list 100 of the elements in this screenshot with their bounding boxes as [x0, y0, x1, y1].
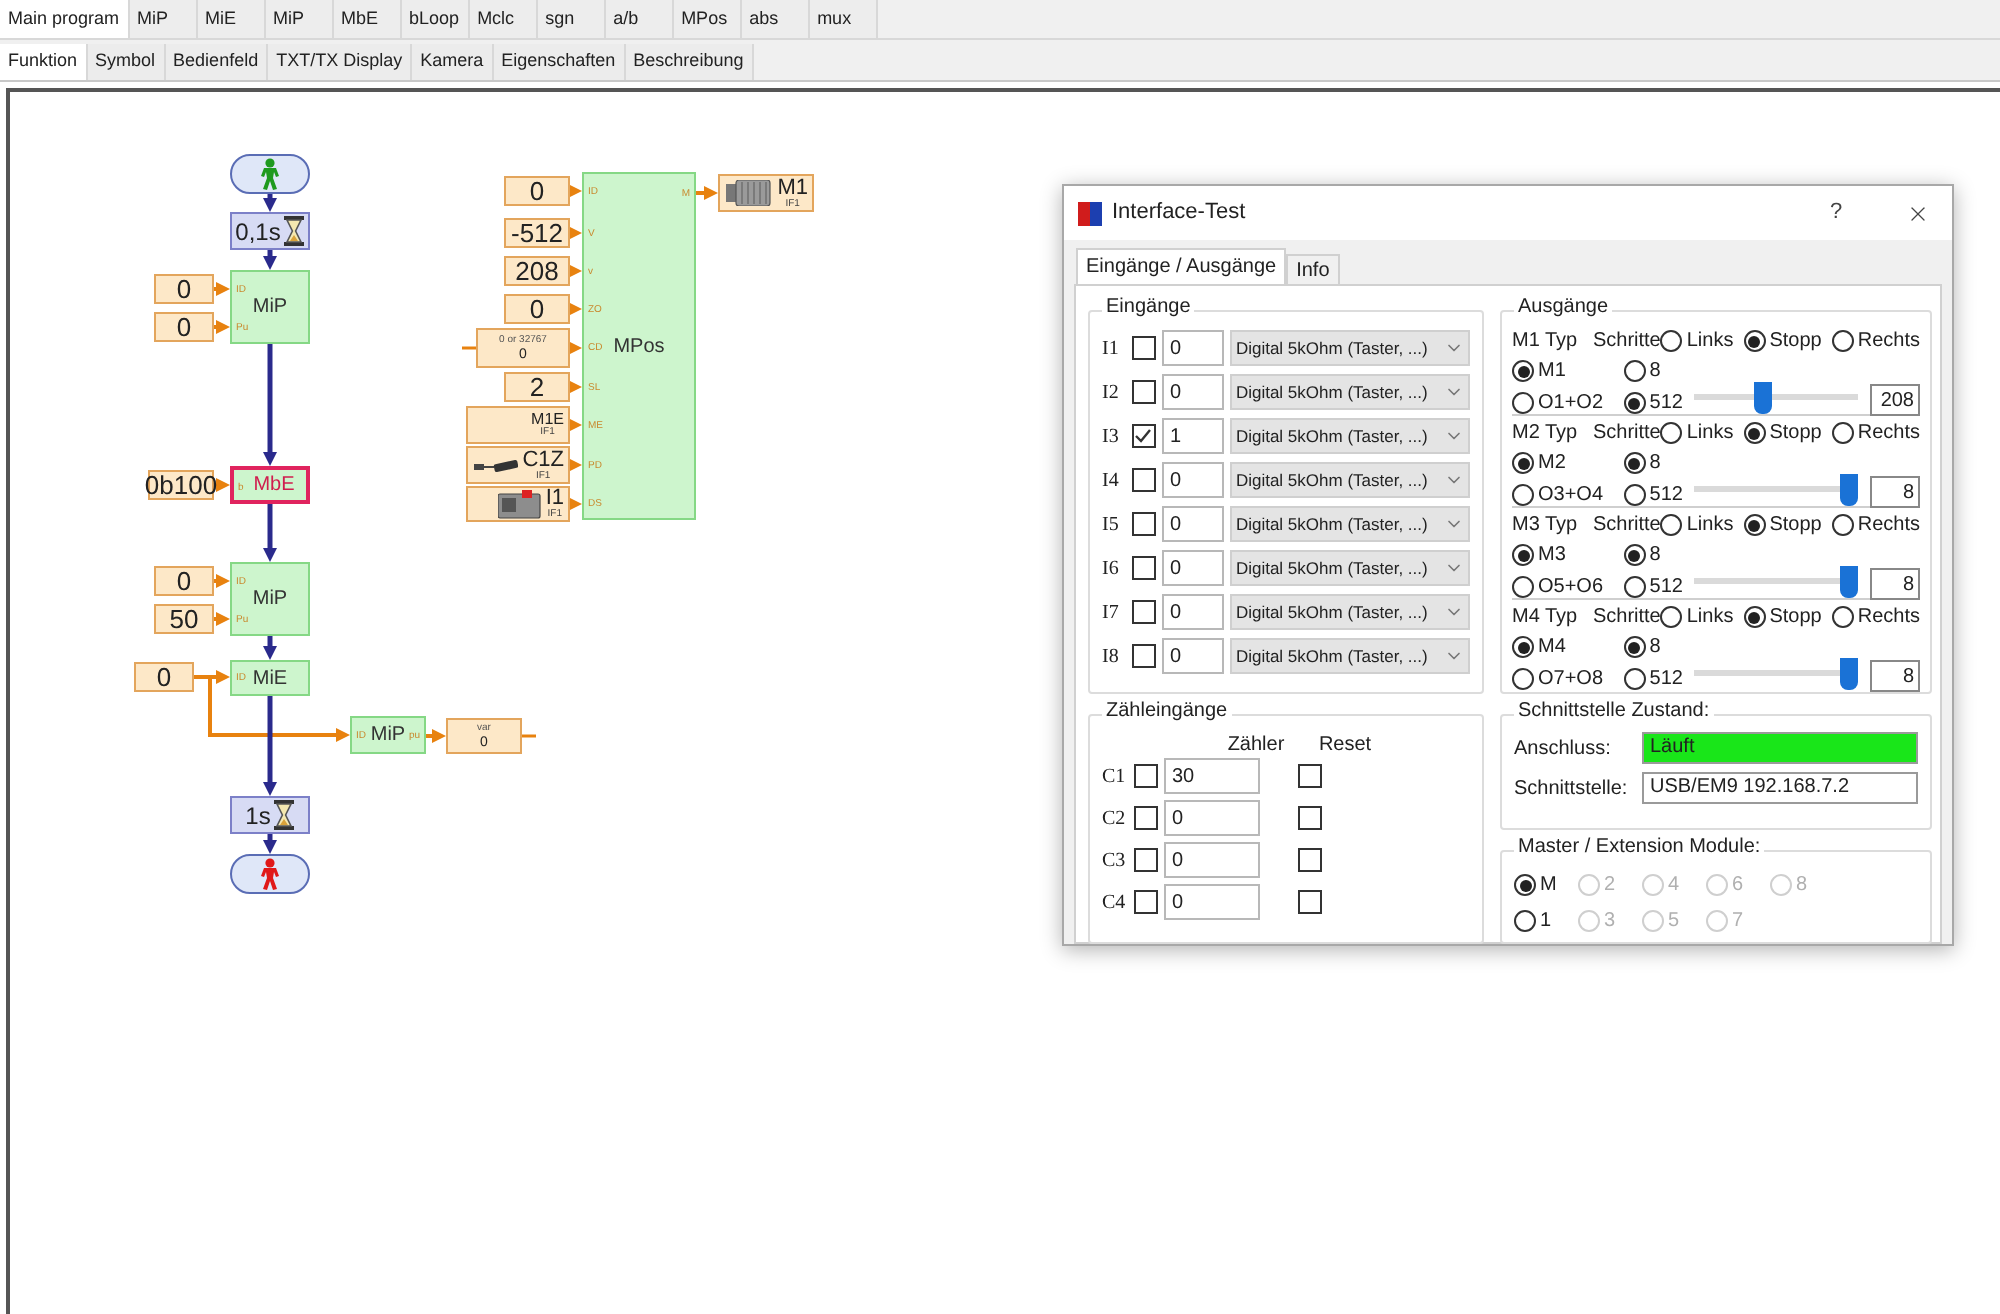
radio-option[interactable]: Rechts: [1831, 326, 1920, 356]
counter-field[interactable]: 30: [1164, 758, 1260, 794]
mode-dropdown[interactable]: Digital 5kOhm (Taster, ...): [1229, 638, 1470, 674]
view-tab[interactable]: Funktion: [0, 44, 88, 80]
view-tab[interactable]: Beschreibung: [625, 44, 754, 80]
radio-option[interactable]: 8: [1623, 356, 1692, 386]
counter-label: C3: [1102, 847, 1128, 875]
input-label: I7: [1102, 599, 1121, 627]
mode-dropdown[interactable]: Digital 5kOhm (Taster, ...): [1229, 418, 1470, 454]
group-title: Master / Extension Module:: [1514, 838, 1765, 858]
radio-option[interactable]: 8: [1623, 448, 1692, 478]
radio-option[interactable]: 512: [1623, 388, 1692, 418]
view-tab[interactable]: Bedienfeld: [165, 44, 269, 80]
counter-field[interactable]: 0: [1164, 884, 1260, 920]
radio-option[interactable]: Links: [1660, 510, 1734, 540]
counter-field[interactable]: 0: [1164, 800, 1260, 836]
dialog-tab[interactable]: Info: [1286, 254, 1340, 284]
value-field[interactable]: 0: [1161, 462, 1224, 498]
view-tab[interactable]: TXT/TX Display: [268, 44, 413, 80]
device-name: I1: [545, 488, 564, 510]
radio-option[interactable]: Stopp: [1743, 510, 1822, 540]
program-tab[interactable]: Main program: [0, 0, 130, 38]
radio-option[interactable]: Links: [1660, 326, 1734, 356]
delay-label: 0,1s: [235, 219, 281, 243]
view-tab[interactable]: Kamera: [412, 44, 494, 80]
radio-option[interactable]: O3+O4: [1512, 480, 1624, 510]
mode-dropdown[interactable]: Digital 5kOhm (Taster, ...): [1229, 594, 1470, 630]
constant-node: 50: [154, 604, 214, 634]
steps-label: Schritte: [1592, 512, 1661, 540]
block-label: MiE: [252, 665, 288, 693]
radio-option[interactable]: 1: [1514, 906, 1578, 936]
speed-field[interactable]: 208: [1870, 384, 1920, 416]
radio-option[interactable]: 512: [1623, 480, 1692, 510]
status-label: Anschluss:: [1514, 735, 1613, 763]
dialog-tab[interactable]: Eingänge / Ausgänge: [1076, 248, 1287, 284]
value-field[interactable]: 1: [1161, 418, 1224, 454]
motor-type-label: M2 Typ: [1512, 420, 1580, 448]
radio-option[interactable]: M4: [1512, 632, 1624, 662]
value-field[interactable]: 0: [1161, 550, 1224, 586]
help-button[interactable]: ?: [1816, 196, 1856, 230]
steps-label: Schritte: [1592, 420, 1661, 448]
mode-dropdown[interactable]: Digital 5kOhm (Taster, ...): [1229, 462, 1470, 498]
device-name: M1: [777, 177, 808, 199]
input-label: I8: [1102, 643, 1121, 671]
value-field[interactable]: 0: [1161, 594, 1224, 630]
speed-field[interactable]: 8: [1870, 568, 1920, 600]
counter-field[interactable]: 0: [1164, 842, 1260, 878]
radio-option[interactable]: Stopp: [1743, 418, 1822, 448]
column-header: Zähler: [1225, 732, 1287, 758]
radio-option[interactable]: Stopp: [1743, 602, 1822, 632]
value-field[interactable]: 0: [1161, 638, 1224, 674]
value-field[interactable]: 0: [1161, 330, 1224, 366]
constant-node: 2: [504, 372, 570, 402]
constant-node: -512: [504, 218, 570, 248]
radio-option[interactable]: 8: [1623, 540, 1692, 570]
window-title: Interface-Test: [1112, 198, 1246, 229]
radio-option[interactable]: Stopp: [1743, 326, 1822, 356]
mode-dropdown[interactable]: Digital 5kOhm (Taster, ...): [1229, 330, 1470, 366]
view-tab[interactable]: Eigenschaften: [493, 44, 626, 80]
radio-option[interactable]: Rechts: [1831, 418, 1920, 448]
input-label: I5: [1102, 511, 1121, 539]
constant-node: 0: [154, 274, 214, 304]
counter-label: C4: [1102, 889, 1128, 917]
group-title: Ausgänge: [1514, 298, 1613, 318]
steps-label: Schritte: [1592, 604, 1661, 632]
block-label: MiP: [252, 586, 288, 614]
constant-node: 0b100: [148, 470, 214, 500]
value-field[interactable]: 0: [1161, 374, 1224, 410]
input-label: I1: [1102, 335, 1121, 363]
view-tab[interactable]: Symbol: [87, 44, 166, 80]
counter-label: C1: [1102, 763, 1128, 791]
input-label: I4: [1102, 467, 1121, 495]
radio-option[interactable]: O7+O8: [1512, 664, 1624, 694]
mode-dropdown[interactable]: Digital 5kOhm (Taster, ...): [1229, 550, 1470, 586]
radio-option[interactable]: M: [1514, 870, 1578, 900]
speed-field[interactable]: 8: [1870, 660, 1920, 692]
radio-option[interactable]: Links: [1660, 602, 1734, 632]
radio-option[interactable]: Rechts: [1831, 510, 1920, 540]
radio-option[interactable]: M2: [1512, 448, 1624, 478]
group-title: Eingänge: [1102, 298, 1195, 318]
mode-dropdown[interactable]: Digital 5kOhm (Taster, ...): [1229, 374, 1470, 410]
speed-field[interactable]: 8: [1870, 476, 1920, 508]
radio-option[interactable]: 512: [1623, 572, 1692, 602]
status-field: Läuft: [1642, 732, 1918, 764]
block-label: MbE: [251, 472, 295, 500]
radio-option[interactable]: 512: [1623, 664, 1692, 694]
radio-option[interactable]: O1+O2: [1512, 388, 1624, 418]
radio-option[interactable]: M3: [1512, 540, 1624, 570]
group-title: Zähleingänge: [1102, 702, 1232, 722]
radio-option[interactable]: O5+O6: [1512, 572, 1624, 602]
mode-dropdown[interactable]: Digital 5kOhm (Taster, ...): [1229, 506, 1470, 542]
status-field: USB/EM9 192.168.7.2: [1642, 772, 1918, 804]
value-field[interactable]: 0: [1161, 506, 1224, 542]
block-label: MPos: [613, 333, 665, 361]
device-name: C1Z: [522, 449, 564, 471]
radio-option[interactable]: Links: [1660, 418, 1734, 448]
status-label: Schnittstelle:: [1514, 775, 1630, 803]
radio-option[interactable]: 8: [1623, 632, 1692, 662]
radio-option[interactable]: M1: [1512, 356, 1624, 386]
radio-option[interactable]: Rechts: [1831, 602, 1920, 632]
